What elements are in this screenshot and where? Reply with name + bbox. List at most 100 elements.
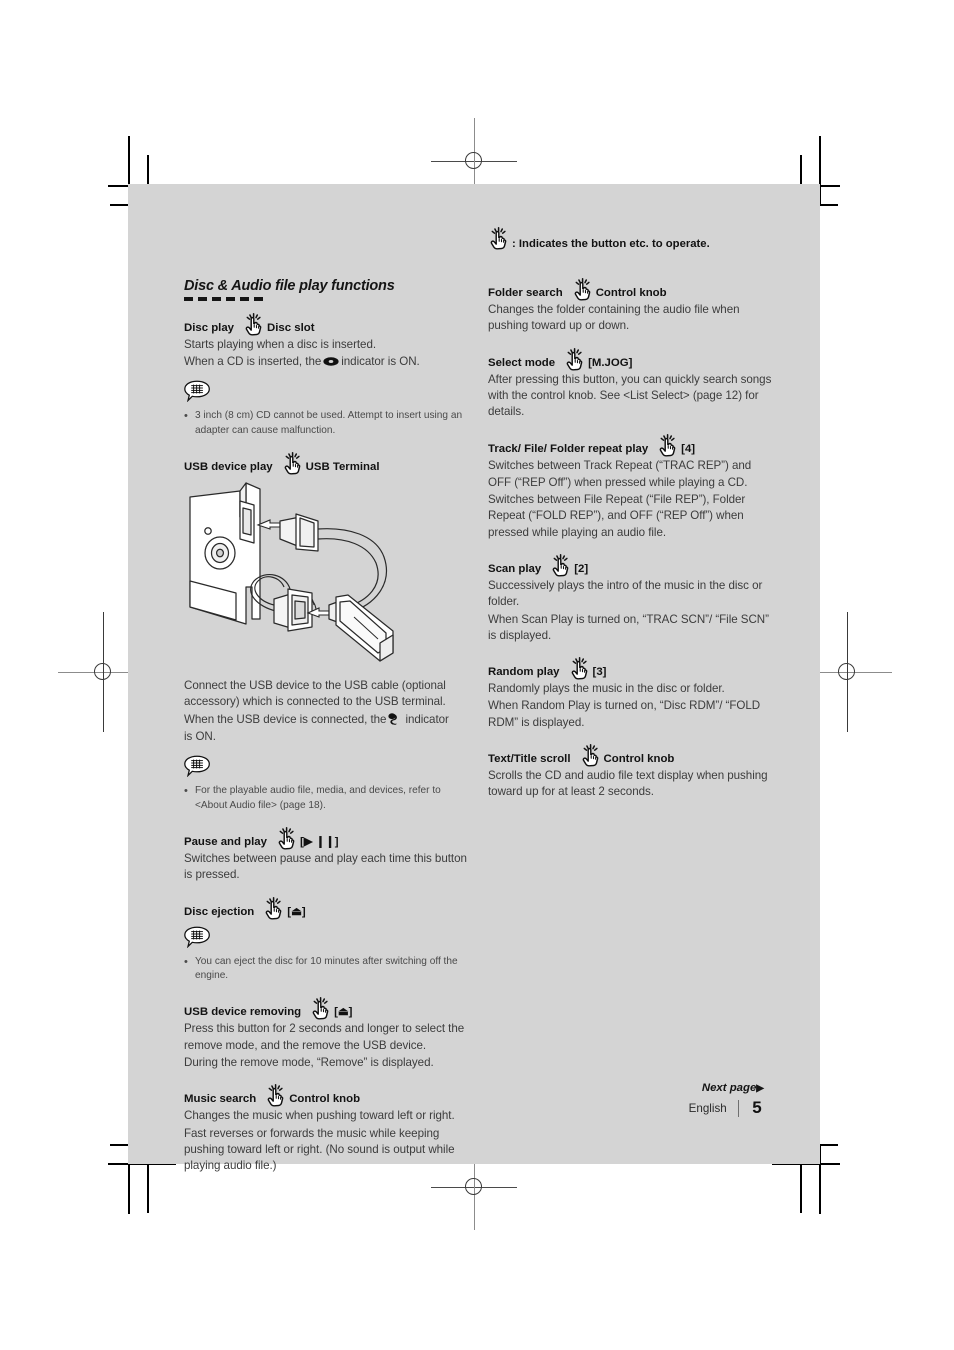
entry-label: Select mode bbox=[488, 356, 556, 369]
footer-divider bbox=[737, 1099, 739, 1117]
registration-mark-top bbox=[431, 118, 517, 204]
entry-heading: Disc ejection [⏏] bbox=[184, 896, 469, 920]
usb-connection-diagram bbox=[188, 477, 469, 677]
note-balloon-icon bbox=[184, 755, 469, 782]
entry-label: Music search bbox=[184, 1093, 257, 1106]
entry-folder-search: Folder search Control knob Changes the f… bbox=[488, 278, 773, 335]
left-column: Disc & Audio file play functions Disc pl… bbox=[184, 184, 469, 1174]
entry-label: Text/Title scroll bbox=[488, 753, 571, 766]
entry-body-line: Fast reverses or forwards the music whil… bbox=[184, 1126, 455, 1173]
pointing-hand-icon bbox=[282, 451, 304, 475]
entry-heading: USB device removing [⏏] bbox=[184, 997, 469, 1020]
entry-target: [⏏] bbox=[334, 1006, 353, 1019]
entry-text-title-scroll: Text/Title scroll Control knob Scrolls t… bbox=[488, 744, 773, 801]
bullet-dot: • bbox=[184, 410, 188, 423]
entry-target: Disc slot bbox=[267, 321, 315, 334]
entry-body-line-tail: is ON. bbox=[184, 729, 216, 743]
entry-heading: Scan play [2] bbox=[488, 554, 773, 577]
right-column: Folder search Control knob Changes the f… bbox=[488, 184, 773, 801]
entry-body-line: Changes the folder containing the audio … bbox=[488, 303, 740, 333]
entry-body-line: Switches between pause and play each tim… bbox=[184, 851, 467, 882]
entry-label: Disc ejection bbox=[184, 905, 255, 918]
entry-target: Control knob bbox=[595, 287, 667, 299]
entry-body-line: Press this button for 2 seconds and long… bbox=[184, 1022, 465, 1052]
pointing-hand-icon bbox=[310, 997, 332, 1020]
entry-heading: Folder search Control knob bbox=[488, 278, 773, 301]
note-bullet: • 3 inch (8 cm) CD cannot be used. Attem… bbox=[184, 409, 469, 438]
entry-select-mode: Select mode [M.JOG] After pressing this … bbox=[488, 347, 773, 421]
page-footer: Next page▶ English 5 bbox=[689, 1082, 764, 1118]
entry-label: USB device play bbox=[184, 460, 273, 473]
entry-target: [2] bbox=[574, 562, 589, 575]
entry-repeat-play: Track/ File/ Folder repeat play [4] Swit… bbox=[488, 434, 773, 540]
page-title: Disc & Audio file play functions bbox=[184, 278, 395, 294]
note-bullet-text: You can eject the disc for 10 minutes af… bbox=[195, 955, 458, 981]
entry-label: USB device removing bbox=[184, 1006, 302, 1019]
entry-disc-ejection: Disc ejection [⏏] bbox=[184, 896, 469, 920]
note-bullet-text: For the playable audio file, media, and … bbox=[195, 785, 441, 811]
pointing-hand-icon bbox=[276, 826, 298, 850]
pointing-hand-icon bbox=[569, 657, 591, 680]
pointing-hand-icon bbox=[243, 312, 265, 336]
note-bullet-text: 3 inch (8 cm) CD cannot be used. Attempt… bbox=[195, 410, 463, 436]
disc-indicator-icon bbox=[323, 355, 339, 366]
entry-body-line: Successively plays the intro of the musi… bbox=[488, 578, 763, 609]
entry-body-line: When Scan Play is turned on, “TRAC SCN”/… bbox=[488, 612, 769, 642]
pointing-hand-icon bbox=[265, 1084, 287, 1107]
usb-indicator-icon bbox=[388, 712, 403, 725]
section-title-block: Disc & Audio file play functions bbox=[184, 278, 469, 301]
page-number: 5 bbox=[752, 1098, 762, 1117]
entry-body-line: Starts playing when a disc is inserted. bbox=[184, 337, 377, 351]
entry-target: [⏏] bbox=[287, 905, 306, 918]
entry-target: [3] bbox=[592, 666, 607, 679]
entry-random-play: Random play [3] Randomly plays the music… bbox=[488, 657, 773, 731]
entry-heading: USB device play USB Terminal bbox=[184, 451, 469, 475]
entry-body-line: Connect the USB device to the USB cable … bbox=[184, 678, 446, 709]
entry-heading: Select mode [M.JOG] bbox=[488, 347, 773, 371]
entry-body-line: Changes the music when pushing toward le… bbox=[184, 1109, 455, 1123]
note-block-usb: • For the playable audio file, media, an… bbox=[184, 755, 469, 813]
entry-target: USB Terminal bbox=[305, 460, 380, 473]
entry-music-search: Music search Control knob Changes the mu… bbox=[184, 1084, 469, 1174]
entry-heading: Pause and play [▶ ❙❙] bbox=[184, 826, 469, 850]
entry-usb-device-removing: USB device removing [⏏] Press this butto… bbox=[184, 997, 469, 1071]
entry-target: Control knob bbox=[289, 1093, 361, 1106]
pointing-hand-icon bbox=[564, 347, 586, 371]
next-page-label: Next page▶ bbox=[689, 1082, 764, 1094]
pointing-hand-icon bbox=[580, 744, 602, 767]
bullet-dot: • bbox=[184, 785, 188, 798]
registration-mark-right bbox=[802, 612, 892, 732]
entry-label: Scan play bbox=[488, 562, 542, 575]
registration-mark-bottom bbox=[431, 1144, 517, 1230]
entry-body-line: Switches between Track Repeat (“TRAC REP… bbox=[488, 459, 752, 489]
note-block-eject: • You can eject the disc for 10 minutes … bbox=[184, 926, 469, 984]
entry-target: [M.JOG] bbox=[588, 356, 633, 369]
crop-mark-bottom-left-v2 bbox=[147, 1163, 149, 1213]
entry-heading: Disc play Disc slot bbox=[184, 312, 469, 336]
pointing-hand-icon bbox=[572, 278, 594, 301]
title-dashed-underline bbox=[184, 297, 266, 301]
entry-heading: Track/ File/ Folder repeat play [4] bbox=[488, 434, 773, 458]
entry-body-line: After pressing this button, you can quic… bbox=[488, 372, 772, 419]
note-balloon-icon bbox=[184, 926, 469, 953]
note-bullet: • You can eject the disc for 10 minutes … bbox=[184, 955, 469, 984]
next-page-text: Next page bbox=[701, 1082, 757, 1094]
entry-usb-device-play: USB device play USB Terminal Connect the… bbox=[184, 451, 469, 745]
entry-label: Track/ File/ Folder repeat play bbox=[488, 443, 649, 456]
note-bullet: • For the playable audio file, media, an… bbox=[184, 784, 469, 813]
entry-body-line: During the remove mode, “Remove” is disp… bbox=[184, 1055, 434, 1069]
entry-body-line: Scrolls the CD and audio file text displ… bbox=[488, 769, 768, 799]
note-balloon-icon bbox=[184, 380, 469, 407]
crop-mark-bottom-right-v2 bbox=[800, 1163, 802, 1213]
next-page-arrow-icon: ▶ bbox=[756, 1083, 764, 1094]
pointing-hand-icon bbox=[550, 554, 572, 577]
page-number-line: English 5 bbox=[689, 1098, 764, 1118]
entry-label: Pause and play bbox=[184, 835, 267, 848]
note-block-disc: • 3 inch (8 cm) CD cannot be used. Attem… bbox=[184, 380, 469, 438]
entry-label: Folder search bbox=[488, 287, 563, 299]
entry-heading: Random play [3] bbox=[488, 657, 773, 680]
entry-body-line-with-disc-indicator: When a CD is inserted, the indicator is O… bbox=[184, 354, 420, 368]
pointing-hand-icon bbox=[657, 434, 679, 458]
entry-body-line: Switches between File Repeat (“File REP”… bbox=[488, 493, 746, 539]
entry-target: Control knob bbox=[603, 753, 675, 766]
